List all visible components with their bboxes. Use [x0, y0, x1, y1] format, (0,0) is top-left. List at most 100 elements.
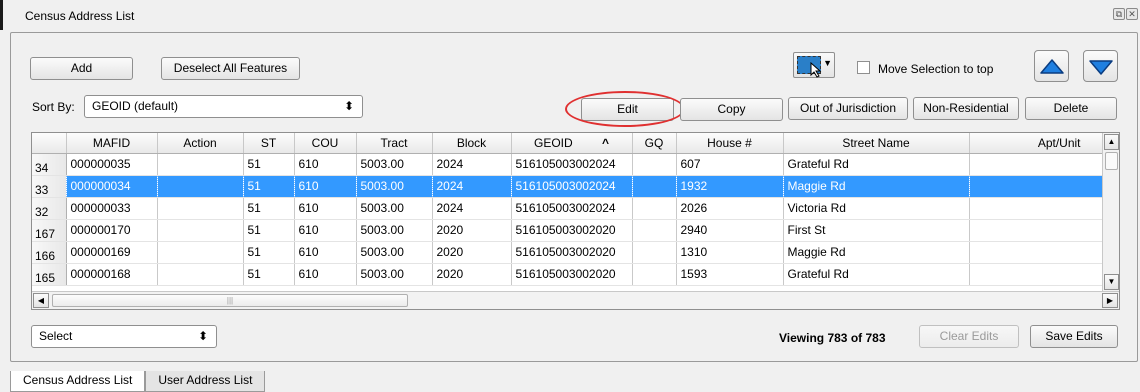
table-cell[interactable] [632, 175, 677, 198]
table-cell[interactable]: 2024 [432, 197, 512, 220]
table-cell[interactable]: 610 [294, 153, 357, 176]
scroll-down-icon[interactable]: ▼ [1104, 274, 1119, 290]
column-header-apt-unit[interactable]: Apt/Unit [969, 133, 1104, 154]
clear-edits-button[interactable]: Clear Edits [919, 325, 1019, 348]
row-number[interactable]: 166 [32, 241, 67, 264]
table-cell[interactable] [157, 219, 244, 242]
column-header-mafid[interactable]: MAFID [66, 133, 158, 154]
table-cell[interactable]: 2020 [432, 219, 512, 242]
table-cell[interactable]: 5003.00 [356, 197, 433, 220]
select-dropdown[interactable]: Select ⬍ [31, 325, 217, 348]
table-cell[interactable]: 000000169 [66, 241, 158, 264]
table-row[interactable]: 166 000000169 51 610 5003.00 2020 516105003002… [32, 241, 1113, 264]
table-cell[interactable] [969, 197, 1104, 220]
add-button[interactable]: Add [30, 57, 133, 80]
table-cell[interactable]: 516105003002024 [511, 153, 633, 176]
table-cell[interactable]: Maggie Rd [783, 175, 970, 198]
table-cell[interactable]: 610 [294, 197, 357, 220]
table-cell[interactable]: 516105003002020 [511, 241, 633, 264]
sort-by-select[interactable]: GEOID (default) ⬍ [84, 95, 363, 118]
table-cell[interactable] [632, 197, 677, 220]
table-cell[interactable]: 2024 [432, 153, 512, 176]
table-cell[interactable] [632, 219, 677, 242]
table-cell[interactable]: 5003.00 [356, 153, 433, 176]
vertical-scroll-thumb[interactable] [1105, 152, 1118, 170]
delete-button[interactable]: Delete [1025, 97, 1117, 120]
table-cell[interactable]: 000000168 [66, 263, 158, 286]
table-cell[interactable]: 516105003002024 [511, 197, 633, 220]
table-row[interactable]: 32 000000033 51 610 5003.00 2024 5161050030020… [32, 197, 1113, 220]
table-cell[interactable]: 2940 [676, 219, 784, 242]
table-cell[interactable]: 51 [243, 153, 295, 176]
save-edits-button[interactable]: Save Edits [1030, 325, 1118, 348]
table-cell[interactable]: Maggie Rd [783, 241, 970, 264]
table-cell[interactable]: 516105003002020 [511, 263, 633, 286]
restore-icon[interactable]: ⧉ [1113, 8, 1125, 20]
horizontal-scrollbar[interactable]: ◀ ||| ▶ [32, 291, 1119, 309]
column-header-block[interactable]: Block [432, 133, 512, 154]
column-header-geoid[interactable]: GEOID ^ [511, 133, 633, 154]
horizontal-scroll-thumb[interactable]: ||| [52, 294, 408, 307]
deselect-all-features-button[interactable]: Deselect All Features [161, 57, 300, 80]
table-cell[interactable]: 51 [243, 241, 295, 264]
table-cell[interactable]: 5003.00 [356, 219, 433, 242]
table-cell[interactable] [632, 153, 677, 176]
table-row[interactable]: 167 000000170 51 610 5003.00 2020 516105003002… [32, 219, 1113, 242]
table-cell[interactable]: 2026 [676, 197, 784, 220]
move-down-button[interactable] [1083, 50, 1118, 82]
table-cell[interactable]: Grateful Rd [783, 153, 970, 176]
select-features-tool[interactable]: ▼ [793, 52, 835, 78]
column-header-house-number[interactable]: House # [676, 133, 784, 154]
table-cell[interactable]: 5003.00 [356, 263, 433, 286]
table-cell[interactable]: 2020 [432, 241, 512, 264]
scroll-left-icon[interactable]: ◀ [33, 293, 49, 308]
table-cell[interactable]: 610 [294, 263, 357, 286]
table-cell[interactable]: 000000034 [66, 175, 158, 198]
table-cell[interactable]: 610 [294, 241, 357, 264]
tab-census-address-list[interactable]: Census Address List [10, 371, 146, 392]
table-row[interactable]: 33 000000034 51 610 5003.00 2024 5161050030020… [32, 175, 1113, 198]
row-number[interactable]: 32 [32, 197, 67, 220]
row-number[interactable]: 33 [32, 175, 67, 198]
table-cell[interactable] [157, 175, 244, 198]
table-cell[interactable]: 000000033 [66, 197, 158, 220]
column-header-st[interactable]: ST [243, 133, 295, 154]
move-up-button[interactable] [1034, 50, 1069, 82]
row-number[interactable]: 165 [32, 263, 67, 286]
table-cell[interactable]: 610 [294, 219, 357, 242]
vertical-scrollbar[interactable]: ▲ ▼ [1102, 133, 1119, 291]
table-cell[interactable]: Grateful Rd [783, 263, 970, 286]
column-header-tract[interactable]: Tract [356, 133, 433, 154]
column-header-street-name[interactable]: Street Name [783, 133, 970, 154]
edit-button[interactable]: Edit [581, 98, 674, 121]
table-cell[interactable]: First St [783, 219, 970, 242]
table-cell[interactable] [969, 263, 1104, 286]
table-cell[interactable]: 000000170 [66, 219, 158, 242]
non-residential-button[interactable]: Non-Residential [913, 97, 1019, 120]
table-cell[interactable] [157, 197, 244, 220]
table-cell[interactable]: 1593 [676, 263, 784, 286]
table-cell[interactable] [157, 241, 244, 264]
table-cell[interactable] [157, 153, 244, 176]
table-cell[interactable]: 5003.00 [356, 241, 433, 264]
copy-button[interactable]: Copy [680, 98, 783, 121]
column-header-cou[interactable]: COU [294, 133, 357, 154]
table-cell[interactable]: 2020 [432, 263, 512, 286]
row-number[interactable]: 34 [32, 153, 67, 176]
table-cell[interactable] [632, 263, 677, 286]
table-cell[interactable]: 51 [243, 263, 295, 286]
close-icon[interactable]: ✕ [1126, 8, 1138, 20]
table-cell[interactable] [969, 219, 1104, 242]
table-cell[interactable] [157, 263, 244, 286]
table-cell[interactable] [969, 241, 1104, 264]
table-row[interactable]: 165 000000168 51 610 5003.00 2020 516105003002… [32, 263, 1113, 286]
table-cell[interactable]: 000000035 [66, 153, 158, 176]
table-cell[interactable]: 51 [243, 197, 295, 220]
scroll-right-icon[interactable]: ▶ [1102, 293, 1118, 308]
table-row[interactable]: 34 000000035 51 610 5003.00 2024 5161050030020… [32, 153, 1113, 176]
table-cell[interactable]: 610 [294, 175, 357, 198]
column-header-action[interactable]: Action [157, 133, 244, 154]
table-cell[interactable] [969, 153, 1104, 176]
table-cell[interactable]: 1310 [676, 241, 784, 264]
table-cell[interactable]: Victoria Rd [783, 197, 970, 220]
